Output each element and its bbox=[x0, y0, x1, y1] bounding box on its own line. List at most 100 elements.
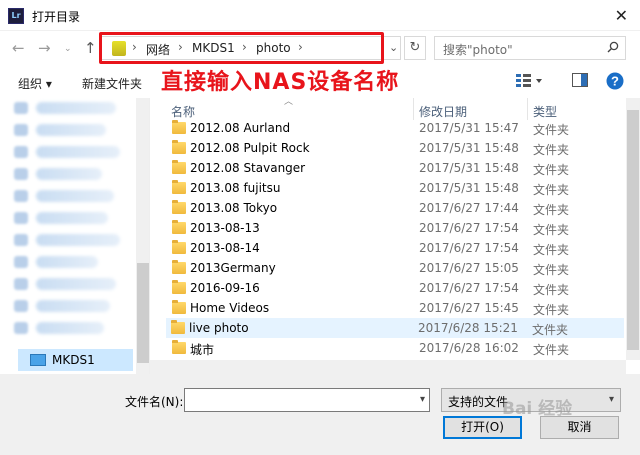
file-date: 2017/6/27 15:45 bbox=[419, 301, 519, 315]
blurred-item[interactable] bbox=[36, 322, 104, 334]
open-button[interactable]: 打开(O) bbox=[443, 416, 522, 439]
recent-locations-chevron-icon[interactable]: ⌄ bbox=[64, 44, 72, 54]
horizontal-scrollbar[interactable] bbox=[150, 360, 626, 374]
list-item[interactable]: 2013.08 Tokyo 2017/6/27 17:44 文件夹 bbox=[167, 198, 627, 218]
folder-icon bbox=[172, 340, 186, 354]
blurred-icon bbox=[14, 190, 28, 202]
folder-icon bbox=[172, 140, 186, 154]
file-type: 文件夹 bbox=[533, 203, 570, 217]
svg-text:?: ? bbox=[611, 74, 619, 89]
blurred-item[interactable] bbox=[36, 278, 116, 290]
folder-icon bbox=[172, 280, 186, 294]
file-date: 2017/5/31 15:48 bbox=[419, 141, 519, 155]
list-item[interactable]: 2016-09-16 2017/6/27 17:54 文件夹 bbox=[167, 278, 627, 298]
window-title: 打开目录 bbox=[32, 10, 81, 24]
search-placeholder: 搜索"photo" bbox=[443, 43, 513, 57]
file-type: 文件夹 bbox=[533, 143, 570, 157]
file-name: 2016-09-16 bbox=[190, 281, 260, 295]
blurred-icon bbox=[14, 146, 28, 158]
list-item[interactable]: 城市 2017/6/28 16:02 文件夹 bbox=[167, 338, 627, 358]
filename-label: 文件名(N): bbox=[125, 395, 184, 409]
blurred-item[interactable] bbox=[36, 234, 120, 246]
blurred-item[interactable] bbox=[36, 256, 98, 268]
sidebar-scroll-thumb[interactable] bbox=[137, 263, 149, 363]
blurred-item[interactable] bbox=[36, 190, 114, 202]
preview-pane-icon[interactable] bbox=[572, 73, 588, 90]
file-list-header: ︿ 名称 修改日期 类型 bbox=[167, 97, 627, 120]
file-name: live photo bbox=[189, 321, 249, 335]
folder-icon bbox=[172, 300, 186, 314]
folder-icon bbox=[172, 240, 186, 254]
folder-icon bbox=[171, 320, 185, 334]
list-item[interactable]: 2013-08-14 2017/6/27 17:54 文件夹 bbox=[167, 238, 627, 258]
organize-button[interactable]: 组织 ▾ bbox=[18, 75, 52, 92]
help-icon[interactable]: ? bbox=[606, 72, 624, 93]
file-type: 文件夹 bbox=[532, 323, 569, 337]
sidebar-item-mkds1[interactable]: MKDS1 bbox=[18, 349, 133, 371]
file-type: 文件夹 bbox=[533, 303, 570, 317]
folder-icon bbox=[172, 120, 186, 134]
new-folder-button[interactable]: 新建文件夹 bbox=[82, 75, 142, 92]
blurred-icon bbox=[14, 278, 28, 290]
folder-icon bbox=[172, 220, 186, 234]
blurred-icon bbox=[14, 322, 28, 334]
blurred-item[interactable] bbox=[36, 102, 116, 114]
list-item[interactable]: 2012.08 Aurland 2017/5/31 15:47 文件夹 bbox=[167, 118, 627, 138]
file-name: 2012.08 Pulpit Rock bbox=[190, 141, 310, 155]
file-name: Home Videos bbox=[190, 301, 270, 315]
file-list-scroll-thumb[interactable] bbox=[627, 110, 639, 350]
file-date: 2017/5/31 15:47 bbox=[419, 121, 519, 135]
file-date: 2017/6/27 17:54 bbox=[419, 221, 519, 235]
cancel-button[interactable]: 取消 bbox=[540, 416, 619, 439]
blurred-item[interactable] bbox=[36, 146, 120, 158]
file-date: 2017/6/27 17:44 bbox=[419, 201, 519, 215]
address-history-chevron-icon[interactable]: ⌄ bbox=[389, 41, 398, 54]
filename-input[interactable]: ▾ bbox=[184, 388, 430, 412]
lightroom-app-icon: Lr bbox=[8, 8, 24, 24]
file-date: 2017/5/31 15:48 bbox=[419, 181, 519, 195]
chevron-down-icon: ▾ bbox=[608, 394, 614, 405]
file-date: 2017/6/28 15:21 bbox=[418, 321, 518, 335]
file-name: 2012.08 Aurland bbox=[190, 121, 291, 135]
view-options-icon[interactable] bbox=[515, 73, 543, 90]
list-item[interactable]: 2013-08-13 2017/6/27 17:54 文件夹 bbox=[167, 218, 627, 238]
network-computer-icon bbox=[30, 354, 46, 366]
list-item[interactable]: Home Videos 2017/6/27 15:45 文件夹 bbox=[167, 298, 627, 318]
up-arrow-icon[interactable]: ↑ bbox=[84, 39, 97, 57]
file-name: 2013.08 Tokyo bbox=[190, 201, 278, 215]
column-divider[interactable] bbox=[527, 98, 528, 120]
back-arrow-icon[interactable]: ← bbox=[12, 39, 25, 57]
blurred-item[interactable] bbox=[36, 300, 110, 312]
list-item-selected[interactable]: live photo 2017/6/28 15:21 文件夹 bbox=[166, 318, 624, 338]
file-type: 文件夹 bbox=[533, 163, 570, 177]
search-box[interactable]: 搜索"photo" bbox=[434, 36, 626, 60]
blurred-icon bbox=[14, 168, 28, 180]
column-divider[interactable] bbox=[413, 98, 414, 120]
forward-arrow-icon[interactable]: → bbox=[38, 39, 51, 57]
close-icon[interactable]: ✕ bbox=[615, 6, 628, 25]
file-name: 2013.08 fujitsu bbox=[190, 181, 281, 195]
file-type: 文件夹 bbox=[533, 243, 570, 257]
folder-icon bbox=[172, 200, 186, 214]
list-item[interactable]: 2012.08 Pulpit Rock 2017/5/31 15:48 文件夹 bbox=[167, 138, 627, 158]
chevron-down-icon[interactable]: ▾ bbox=[420, 394, 425, 405]
blurred-item[interactable] bbox=[36, 168, 102, 180]
blurred-icon bbox=[14, 102, 28, 114]
file-date: 2017/5/31 15:48 bbox=[419, 161, 519, 175]
search-icon bbox=[607, 41, 619, 53]
file-name: 城市 bbox=[190, 343, 215, 357]
list-item[interactable]: 2013Germany 2017/6/27 15:05 文件夹 bbox=[167, 258, 627, 278]
file-type: 文件夹 bbox=[533, 223, 570, 237]
list-item[interactable]: 2012.08 Stavanger 2017/5/31 15:48 文件夹 bbox=[167, 158, 627, 178]
file-type: 文件夹 bbox=[533, 343, 570, 357]
file-type: 文件夹 bbox=[533, 183, 570, 197]
file-type: 文件夹 bbox=[533, 283, 570, 297]
blurred-item[interactable] bbox=[36, 212, 108, 224]
file-name: 2012.08 Stavanger bbox=[190, 161, 306, 175]
blurred-icon bbox=[14, 300, 28, 312]
navigation-bar: ← → ⌄ ↑ › 网络 › MKDS1 › photo › ⌄ ↻ 搜索"ph… bbox=[0, 31, 640, 65]
list-item[interactable]: 2013.08 fujitsu 2017/5/31 15:48 文件夹 bbox=[167, 178, 627, 198]
refresh-icon[interactable]: ↻ bbox=[404, 36, 426, 60]
blurred-item[interactable] bbox=[36, 124, 106, 136]
file-date: 2017/6/27 15:05 bbox=[419, 261, 519, 275]
